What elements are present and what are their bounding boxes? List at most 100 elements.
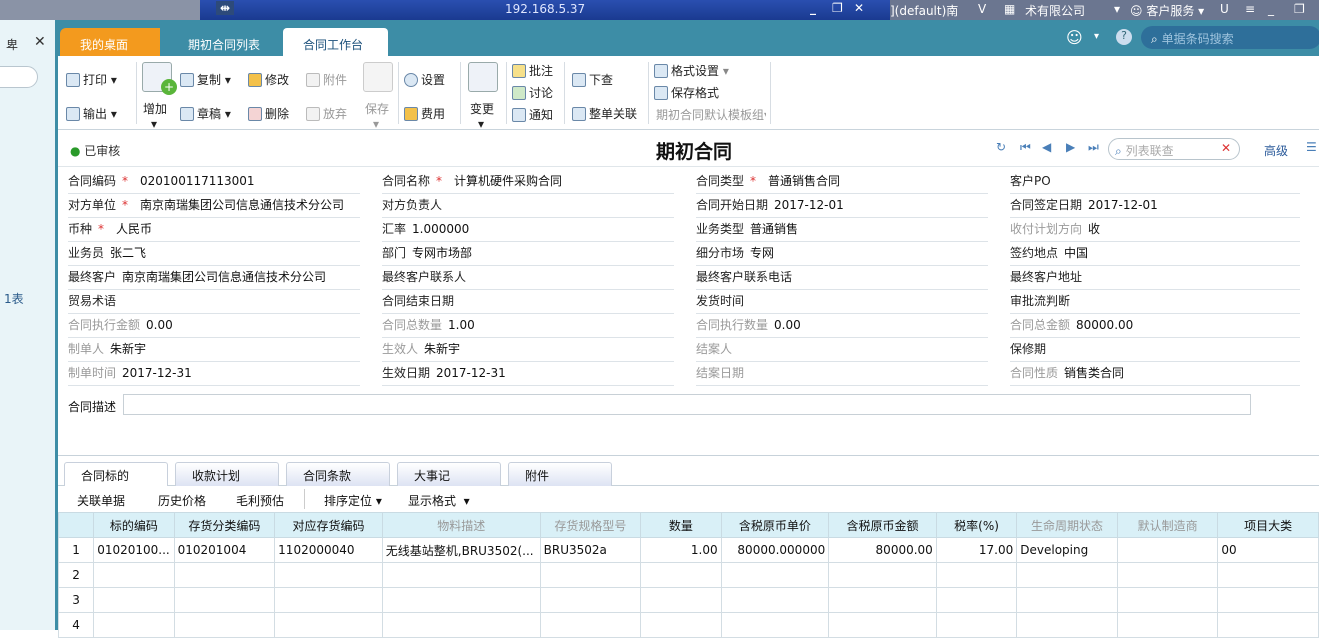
list-search-input[interactable]: ⌕ 列表联查 ✕ (1108, 138, 1240, 160)
detail-tab[interactable]: 收款计划 (175, 462, 279, 486)
table-cell[interactable] (93, 562, 175, 588)
table-cell[interactable] (828, 587, 937, 613)
form-field[interactable]: 审批流判断 (1010, 292, 1300, 314)
form-field[interactable]: 最终客户地址 (1010, 268, 1300, 290)
detail-tab[interactable]: 合同标的 (64, 462, 168, 486)
format-settings-button[interactable]: 格式设置 ▾ (654, 62, 729, 79)
next-record-icon[interactable]: ▶ (1066, 140, 1075, 154)
column-header[interactable]: 数量 (640, 512, 722, 538)
table-cell[interactable]: BRU3502a (539, 537, 642, 563)
refresh-icon[interactable]: ↻ (996, 140, 1006, 154)
table-row[interactable]: 1 01020100... 010201004 1102000040 无线基站整机,BR… (57, 537, 1319, 563)
table-cell[interactable]: 1102000040 (274, 537, 383, 563)
table-row[interactable]: 4 (57, 612, 1319, 638)
draft-button[interactable]: 章稿 ▾ (180, 105, 231, 122)
column-header[interactable]: 默认制造商 (1116, 512, 1219, 538)
restore-icon[interactable]: ❐ (832, 1, 843, 15)
table-cell[interactable] (935, 612, 1018, 638)
form-field[interactable]: 签约地点 中国 (1010, 244, 1300, 266)
column-header[interactable]: 税率(%) (935, 512, 1018, 538)
table-cell[interactable]: 00 (1217, 537, 1319, 563)
form-field[interactable]: 合同开始日期 2017-12-01 (696, 196, 988, 218)
notify-button[interactable]: 通知 (512, 106, 553, 123)
table-cell[interactable] (274, 587, 383, 613)
panel-search-input[interactable] (0, 66, 38, 88)
form-field[interactable]: 合同执行数量 0.00 (696, 316, 988, 338)
advanced-link[interactable]: 高级 (1264, 142, 1288, 159)
detail-tab[interactable]: 大事记 (397, 462, 501, 486)
form-field[interactable]: 发货时间 (696, 292, 988, 314)
form-field[interactable]: 生效人 朱新宇 (382, 340, 674, 362)
tab-contract-workbench[interactable]: 合同工作台 ✕ (283, 28, 388, 67)
table-cell[interactable] (1116, 537, 1219, 563)
table-cell[interactable]: 1.00 (640, 537, 722, 563)
gross-profit-button[interactable]: 毛利预估 (236, 492, 284, 509)
table-cell[interactable]: 无线基站整机,BRU3502(... (381, 537, 541, 563)
customer-service-button[interactable]: ☺ 客户服务 ▾ (1130, 2, 1204, 19)
form-field[interactable]: 生效日期 2017-12-31 (382, 364, 674, 386)
table-cell[interactable] (935, 562, 1018, 588)
add-button[interactable]: 增加 ▾ (143, 100, 167, 131)
pin-panel-icon[interactable]: 卑 (6, 36, 18, 53)
column-header[interactable]: 生命周期状态 (1016, 512, 1118, 538)
table-cell[interactable] (274, 562, 383, 588)
panel-menu-item[interactable]: 1表 (4, 290, 24, 307)
form-field[interactable]: 收付计划方向收 (1010, 220, 1300, 242)
display-format-button[interactable]: 显示格式 ▾ (408, 492, 470, 509)
form-field[interactable]: 客户PO (1010, 172, 1300, 194)
pin-icon[interactable]: ⇹ (216, 1, 235, 15)
form-field[interactable]: 合同执行金额 0.00 (68, 316, 360, 338)
table-cell[interactable]: 80000.00 (828, 537, 937, 563)
expense-button[interactable]: 费用 (404, 105, 445, 122)
drill-down-button[interactable]: 下查 (572, 71, 613, 88)
column-header[interactable]: 含税原币金额 (828, 512, 937, 538)
change-button[interactable]: 变更 ▾ (470, 100, 494, 131)
table-cell[interactable]: 010201004 (173, 537, 276, 563)
menu-icon[interactable]: ≡ (1245, 2, 1255, 16)
table-cell[interactable] (539, 612, 642, 638)
clear-icon[interactable]: ✕ (1221, 141, 1231, 155)
form-field[interactable]: 贸易术语 (68, 292, 360, 314)
column-header[interactable]: 对应存货编码 (274, 512, 383, 538)
table-cell[interactable] (381, 587, 541, 613)
form-field[interactable]: 业务类型 普通销售 (696, 220, 988, 242)
form-field[interactable]: 合同编码 * 020100117113001 (68, 172, 360, 194)
column-header[interactable]: 含税原币单价 (720, 512, 830, 538)
edit-button[interactable]: 修改 (248, 71, 289, 88)
related-docs-button[interactable]: 关联单据 (77, 492, 125, 509)
table-row[interactable]: 3 (57, 587, 1319, 613)
help-icon[interactable]: ? (1116, 29, 1132, 45)
sort-locate-button[interactable]: 排序定位 ▾ (324, 492, 382, 509)
prev-record-icon[interactable]: ◀ (1042, 140, 1051, 154)
dropdown-icon[interactable]: ▾ (1094, 31, 1099, 42)
close-icon[interactable]: ✕ (854, 1, 864, 15)
table-cell[interactable] (173, 562, 276, 588)
last-record-icon[interactable]: ⏭ (1088, 140, 1099, 155)
table-cell[interactable] (720, 587, 830, 613)
description-input[interactable] (123, 394, 1251, 415)
table-row[interactable]: 2 (57, 562, 1319, 588)
form-field[interactable]: 最终客户联系电话 (696, 268, 988, 290)
table-cell[interactable] (1116, 562, 1219, 588)
table-cell[interactable] (381, 562, 541, 588)
close-panel-icon[interactable]: ✕ (34, 34, 46, 50)
save-format-button[interactable]: 保存格式 (654, 84, 719, 101)
table-cell[interactable]: 80000.000000 (720, 537, 830, 563)
table-cell[interactable]: 17.00 (935, 537, 1018, 563)
form-field[interactable]: 最终客户 南京南瑞集团公司信息通信技术分公司 (68, 268, 360, 290)
table-cell[interactable] (173, 612, 276, 638)
company-dropdown-icon[interactable]: ▾ (1114, 2, 1120, 16)
table-cell[interactable] (539, 587, 642, 613)
table-cell[interactable] (1016, 612, 1118, 638)
discard-button[interactable]: 放弃 (306, 105, 347, 122)
form-field[interactable]: 部门 专网市场部 (382, 244, 674, 266)
column-header[interactable]: 存货分类编码 (173, 512, 276, 538)
table-cell[interactable] (1116, 587, 1219, 613)
delete-button[interactable]: 删除 (248, 105, 289, 122)
tab-my-desktop[interactable]: 我的桌面 (60, 28, 160, 56)
minimize-icon[interactable]: _ (810, 1, 816, 15)
table-cell[interactable] (93, 587, 175, 613)
table-cell[interactable] (1217, 562, 1319, 588)
table-cell[interactable] (539, 562, 642, 588)
form-field[interactable]: 制单人 朱新宇 (68, 340, 360, 362)
